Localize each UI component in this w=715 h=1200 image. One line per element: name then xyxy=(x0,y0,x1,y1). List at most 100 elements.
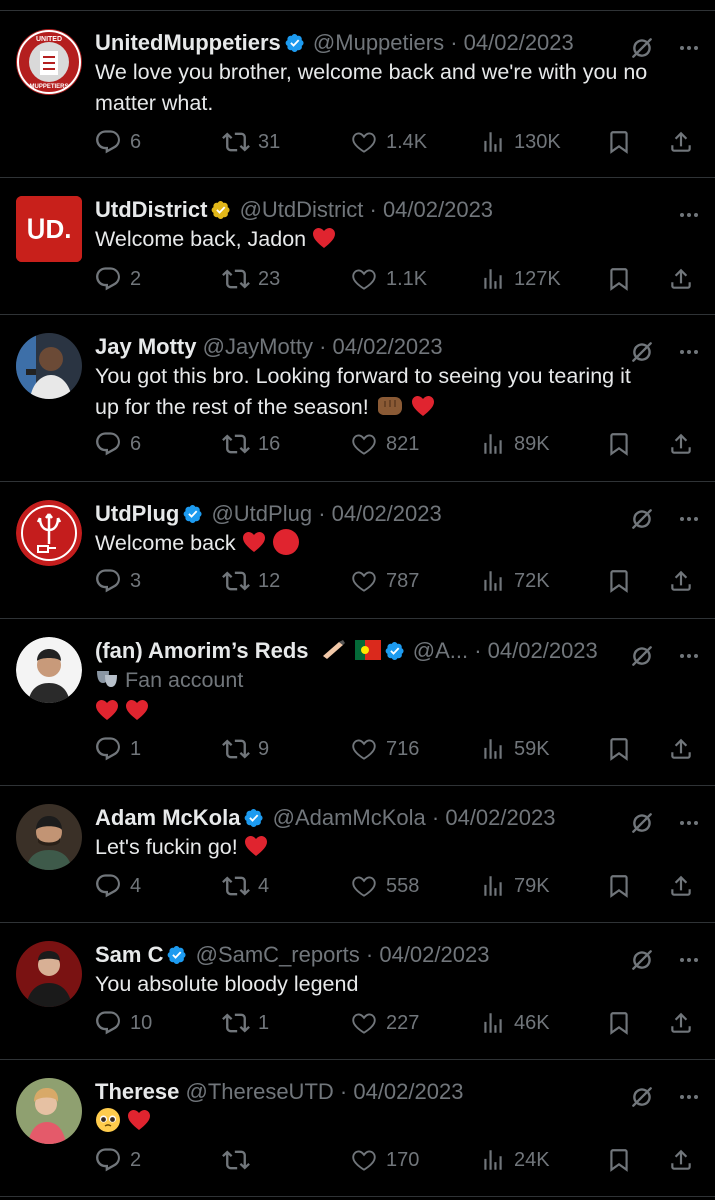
handle[interactable]: @UtdPlug xyxy=(211,501,312,526)
reply-button[interactable]: 6 xyxy=(94,124,141,160)
reply-button[interactable]: 4 xyxy=(94,868,141,904)
timestamp[interactable]: · 04/02/2023 xyxy=(370,197,494,222)
like-button[interactable]: 716 xyxy=(350,731,419,767)
more-icon[interactable] xyxy=(677,644,701,668)
like-button[interactable]: 558 xyxy=(350,868,419,904)
tweet[interactable]: UNITED MUPPETIERS UnitedMuppetiers @Mupp… xyxy=(0,10,715,178)
tweet-text-line: Welcome back xyxy=(95,531,236,555)
tweet[interactable]: UtdPlug @UtdPlug · 04/02/2023 Welcome ba… xyxy=(0,482,715,619)
reply-button[interactable]: 6 xyxy=(94,426,141,462)
retweet-icon xyxy=(222,735,250,763)
bookmark-button[interactable] xyxy=(606,731,632,767)
views-button[interactable]: 59K xyxy=(480,731,550,767)
display-name[interactable]: UtdPlug xyxy=(95,501,179,526)
avatar[interactable] xyxy=(16,637,82,703)
grok-icon[interactable] xyxy=(629,643,655,669)
handle[interactable]: @Muppetiers xyxy=(313,30,444,55)
tweet-text-line: matter what. xyxy=(95,91,214,115)
timestamp[interactable]: · 04/02/2023 xyxy=(366,942,490,967)
timestamp[interactable]: · 04/02/2023 xyxy=(450,30,574,55)
reply-button[interactable]: 2 xyxy=(94,261,141,297)
like-button[interactable]: 821 xyxy=(350,426,419,462)
retweet-button[interactable] xyxy=(222,1142,258,1178)
views-button[interactable]: 127K xyxy=(480,261,561,297)
avatar[interactable] xyxy=(16,333,82,399)
share-button[interactable] xyxy=(668,868,694,904)
like-button[interactable]: 1.4K xyxy=(350,124,427,160)
reply-button[interactable]: 1 xyxy=(94,731,141,767)
avatar[interactable]: UNITED MUPPETIERS xyxy=(16,29,82,95)
bookmark-button[interactable] xyxy=(606,563,632,599)
tweet-text: You got this bro. Looking forward to see… xyxy=(95,361,691,423)
views-button[interactable]: 79K xyxy=(480,868,550,904)
tweet[interactable]: ᑌD. UtdDistrict @UtdDistrict · 04/02/202… xyxy=(0,178,715,315)
retweet-button[interactable]: 4 xyxy=(222,868,269,904)
avatar[interactable] xyxy=(16,941,82,1007)
share-button[interactable] xyxy=(668,1005,694,1041)
display-name[interactable]: Sam C xyxy=(95,942,163,967)
avatar[interactable]: ᑌD. xyxy=(16,196,82,262)
verified-badge-icon xyxy=(385,641,405,661)
views-button[interactable]: 89K xyxy=(480,426,550,462)
tweet[interactable]: Sam C @SamC_reports · 04/02/2023 You abs… xyxy=(0,923,715,1060)
like-count: 787 xyxy=(386,569,420,592)
reply-button[interactable]: 3 xyxy=(94,563,141,599)
retweet-button[interactable]: 16 xyxy=(222,426,280,462)
handle[interactable]: @JayMotty xyxy=(203,334,313,359)
display-name[interactable]: Adam McKola xyxy=(95,805,240,830)
share-button[interactable] xyxy=(668,426,694,462)
retweet-button[interactable]: 1 xyxy=(222,1005,269,1041)
tweet[interactable]: Jay Motty @JayMotty · 04/02/2023 You got… xyxy=(0,315,715,482)
display-name[interactable]: Jay Motty xyxy=(95,334,196,359)
reply-button[interactable]: 10 xyxy=(94,1005,152,1041)
handle[interactable]: @UtdDistrict xyxy=(240,197,364,222)
like-button[interactable]: 170 xyxy=(350,1142,419,1178)
display-name[interactable]: UnitedMuppetiers xyxy=(95,30,281,55)
handle[interactable]: @ThereseUTD xyxy=(186,1079,334,1104)
action-bar: 4 4 558 79K xyxy=(94,868,699,904)
tweet-text: Let's fuckin go! xyxy=(95,832,691,863)
retweet-button[interactable]: 31 xyxy=(222,124,280,160)
tweet[interactable]: Therese @ThereseUTD · 04/02/2023 2 170 2… xyxy=(0,1060,715,1197)
tweet[interactable]: Adam McKola @AdamMcKola · 04/02/2023 Let… xyxy=(0,786,715,923)
share-button[interactable] xyxy=(668,1142,694,1178)
views-button[interactable]: 72K xyxy=(480,563,550,599)
bookmark-button[interactable] xyxy=(606,124,632,160)
timestamp[interactable]: · 04/02/2023 xyxy=(432,805,556,830)
avatar[interactable] xyxy=(16,804,82,870)
bookmark-button[interactable] xyxy=(606,868,632,904)
views-button[interactable]: 130K xyxy=(480,124,561,160)
avatar[interactable] xyxy=(16,500,82,566)
views-button[interactable]: 24K xyxy=(480,1142,550,1178)
bookmark-button[interactable] xyxy=(606,1005,632,1041)
like-button[interactable]: 227 xyxy=(350,1005,419,1041)
views-button[interactable]: 46K xyxy=(480,1005,550,1041)
tweet[interactable]: (fan) Amorim’s Reds @A... · 04/02/2023 F… xyxy=(0,619,715,786)
share-button[interactable] xyxy=(668,124,694,160)
timestamp[interactable]: · 04/02/2023 xyxy=(318,501,442,526)
timestamp[interactable]: · 04/02/2023 xyxy=(340,1079,464,1104)
view-count: 127K xyxy=(514,267,561,290)
retweet-button[interactable]: 23 xyxy=(222,261,280,297)
timestamp[interactable]: · 04/02/2023 xyxy=(319,334,443,359)
bookmark-button[interactable] xyxy=(606,1142,632,1178)
retweet-button[interactable]: 12 xyxy=(222,563,280,599)
bookmark-button[interactable] xyxy=(606,261,632,297)
reply-button[interactable]: 2 xyxy=(94,1142,141,1178)
display-name[interactable]: Therese xyxy=(95,1079,179,1104)
timestamp[interactable]: · 04/02/2023 xyxy=(474,638,598,663)
share-button[interactable] xyxy=(668,731,694,767)
avatar-text: MUPPETIERS xyxy=(29,84,68,90)
handle[interactable]: @SamC_reports xyxy=(196,942,360,967)
bookmark-button[interactable] xyxy=(606,426,632,462)
retweet-button[interactable]: 9 xyxy=(222,731,269,767)
share-button[interactable] xyxy=(668,563,694,599)
avatar[interactable] xyxy=(16,1078,82,1144)
share-button[interactable] xyxy=(668,261,694,297)
handle[interactable]: @AdamMcKola xyxy=(273,805,426,830)
display-name[interactable]: UtdDistrict xyxy=(95,197,207,222)
handle[interactable]: @A... xyxy=(413,638,468,663)
display-name[interactable]: (fan) Amorim’s Reds xyxy=(95,638,309,663)
like-button[interactable]: 1.1K xyxy=(350,261,427,297)
like-button[interactable]: 787 xyxy=(350,563,419,599)
